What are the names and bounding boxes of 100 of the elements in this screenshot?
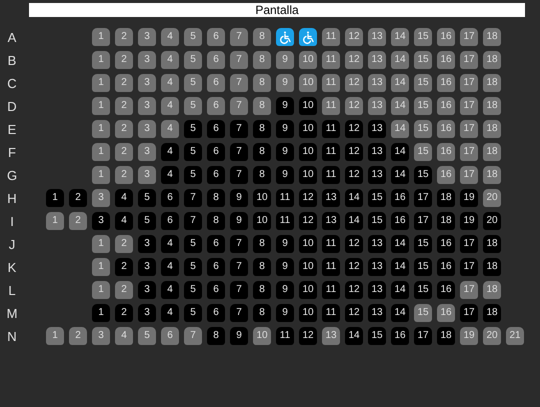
- seat[interactable]: 15: [414, 281, 432, 299]
- seat[interactable]: 7: [184, 327, 202, 345]
- seat[interactable]: 12: [345, 281, 363, 299]
- seat[interactable]: 1: [92, 143, 110, 161]
- seat[interactable]: 2: [115, 28, 133, 46]
- seat[interactable]: 3: [138, 28, 156, 46]
- seat[interactable]: 18: [437, 189, 455, 207]
- seat[interactable]: 7: [230, 143, 248, 161]
- seat[interactable]: 11: [322, 97, 340, 115]
- seat[interactable]: 2: [115, 74, 133, 92]
- seat[interactable]: 12: [299, 212, 317, 230]
- seat[interactable]: 6: [207, 235, 225, 253]
- seat[interactable]: 3: [92, 327, 110, 345]
- seat[interactable]: 15: [414, 28, 432, 46]
- seat[interactable]: 2: [115, 143, 133, 161]
- seat[interactable]: 4: [161, 51, 179, 69]
- seat[interactable]: 3: [138, 281, 156, 299]
- seat[interactable]: 6: [207, 143, 225, 161]
- seat[interactable]: 13: [368, 97, 386, 115]
- seat[interactable]: 14: [391, 28, 409, 46]
- seat[interactable]: 16: [437, 28, 455, 46]
- seat[interactable]: 10: [299, 166, 317, 184]
- seat[interactable]: 16: [437, 235, 455, 253]
- seat[interactable]: 11: [276, 327, 294, 345]
- seat[interactable]: 16: [391, 327, 409, 345]
- seat[interactable]: 1: [46, 189, 64, 207]
- seat[interactable]: 15: [414, 143, 432, 161]
- seat[interactable]: 14: [345, 189, 363, 207]
- seat[interactable]: 12: [345, 28, 363, 46]
- seat[interactable]: 18: [483, 28, 501, 46]
- seat[interactable]: 14: [391, 120, 409, 138]
- seat[interactable]: 12: [345, 51, 363, 69]
- seat[interactable]: 15: [414, 97, 432, 115]
- seat[interactable]: 12: [299, 189, 317, 207]
- seat[interactable]: 5: [184, 74, 202, 92]
- seat[interactable]: 4: [115, 189, 133, 207]
- seat[interactable]: 8: [253, 281, 271, 299]
- seat[interactable]: 5: [184, 281, 202, 299]
- seat[interactable]: 9: [230, 327, 248, 345]
- seat[interactable]: 12: [345, 166, 363, 184]
- seat[interactable]: 1: [92, 51, 110, 69]
- seat[interactable]: 16: [437, 258, 455, 276]
- seat[interactable]: 16: [437, 304, 455, 322]
- seat[interactable]: 6: [207, 304, 225, 322]
- seat[interactable]: 15: [368, 212, 386, 230]
- seat[interactable]: 15: [414, 51, 432, 69]
- seat[interactable]: 3: [138, 51, 156, 69]
- seat[interactable]: 16: [437, 97, 455, 115]
- seat[interactable]: 15: [368, 189, 386, 207]
- seat[interactable]: 2: [115, 258, 133, 276]
- seat[interactable]: 16: [437, 51, 455, 69]
- seat[interactable]: 6: [207, 97, 225, 115]
- seat[interactable]: 9: [276, 143, 294, 161]
- seat[interactable]: 7: [230, 235, 248, 253]
- seat[interactable]: 8: [253, 74, 271, 92]
- seat[interactable]: 11: [322, 281, 340, 299]
- seat[interactable]: 18: [483, 143, 501, 161]
- seat[interactable]: 2: [115, 51, 133, 69]
- seat[interactable]: 17: [460, 120, 478, 138]
- seat[interactable]: 5: [138, 189, 156, 207]
- seat[interactable]: 9: [276, 281, 294, 299]
- seat[interactable]: 18: [483, 97, 501, 115]
- seat[interactable]: 4: [161, 28, 179, 46]
- seat[interactable]: 9: [276, 74, 294, 92]
- seat[interactable]: 4: [161, 74, 179, 92]
- seat[interactable]: 6: [207, 120, 225, 138]
- seat[interactable]: 12: [345, 97, 363, 115]
- seat[interactable]: 13: [368, 281, 386, 299]
- seat[interactable]: 1: [92, 304, 110, 322]
- seat[interactable]: 9: [276, 120, 294, 138]
- seat[interactable]: 10: [299, 281, 317, 299]
- seat[interactable]: 14: [345, 212, 363, 230]
- seat[interactable]: 17: [460, 166, 478, 184]
- seat[interactable]: 8: [253, 258, 271, 276]
- seat[interactable]: 2: [115, 235, 133, 253]
- seat[interactable]: 3: [138, 235, 156, 253]
- seat[interactable]: 1: [92, 281, 110, 299]
- seat[interactable]: 1: [92, 28, 110, 46]
- seat[interactable]: 7: [230, 166, 248, 184]
- seat[interactable]: 13: [322, 189, 340, 207]
- seat[interactable]: 19: [460, 327, 478, 345]
- seat[interactable]: 9: [276, 304, 294, 322]
- seat[interactable]: 5: [184, 166, 202, 184]
- seat[interactable]: 14: [391, 97, 409, 115]
- seat[interactable]: 7: [230, 28, 248, 46]
- seat[interactable]: 18: [483, 166, 501, 184]
- seat[interactable]: 1: [92, 74, 110, 92]
- wheelchair-seat[interactable]: [276, 28, 294, 46]
- seat[interactable]: 2: [69, 212, 87, 230]
- seat[interactable]: 12: [345, 120, 363, 138]
- seat[interactable]: 9: [230, 189, 248, 207]
- seat[interactable]: 18: [483, 120, 501, 138]
- seat[interactable]: 5: [184, 51, 202, 69]
- seat[interactable]: 9: [276, 51, 294, 69]
- seat[interactable]: 17: [460, 28, 478, 46]
- seat[interactable]: 3: [138, 304, 156, 322]
- seat[interactable]: 10: [253, 189, 271, 207]
- seat[interactable]: 5: [138, 212, 156, 230]
- seat[interactable]: 7: [230, 97, 248, 115]
- seat[interactable]: 15: [414, 166, 432, 184]
